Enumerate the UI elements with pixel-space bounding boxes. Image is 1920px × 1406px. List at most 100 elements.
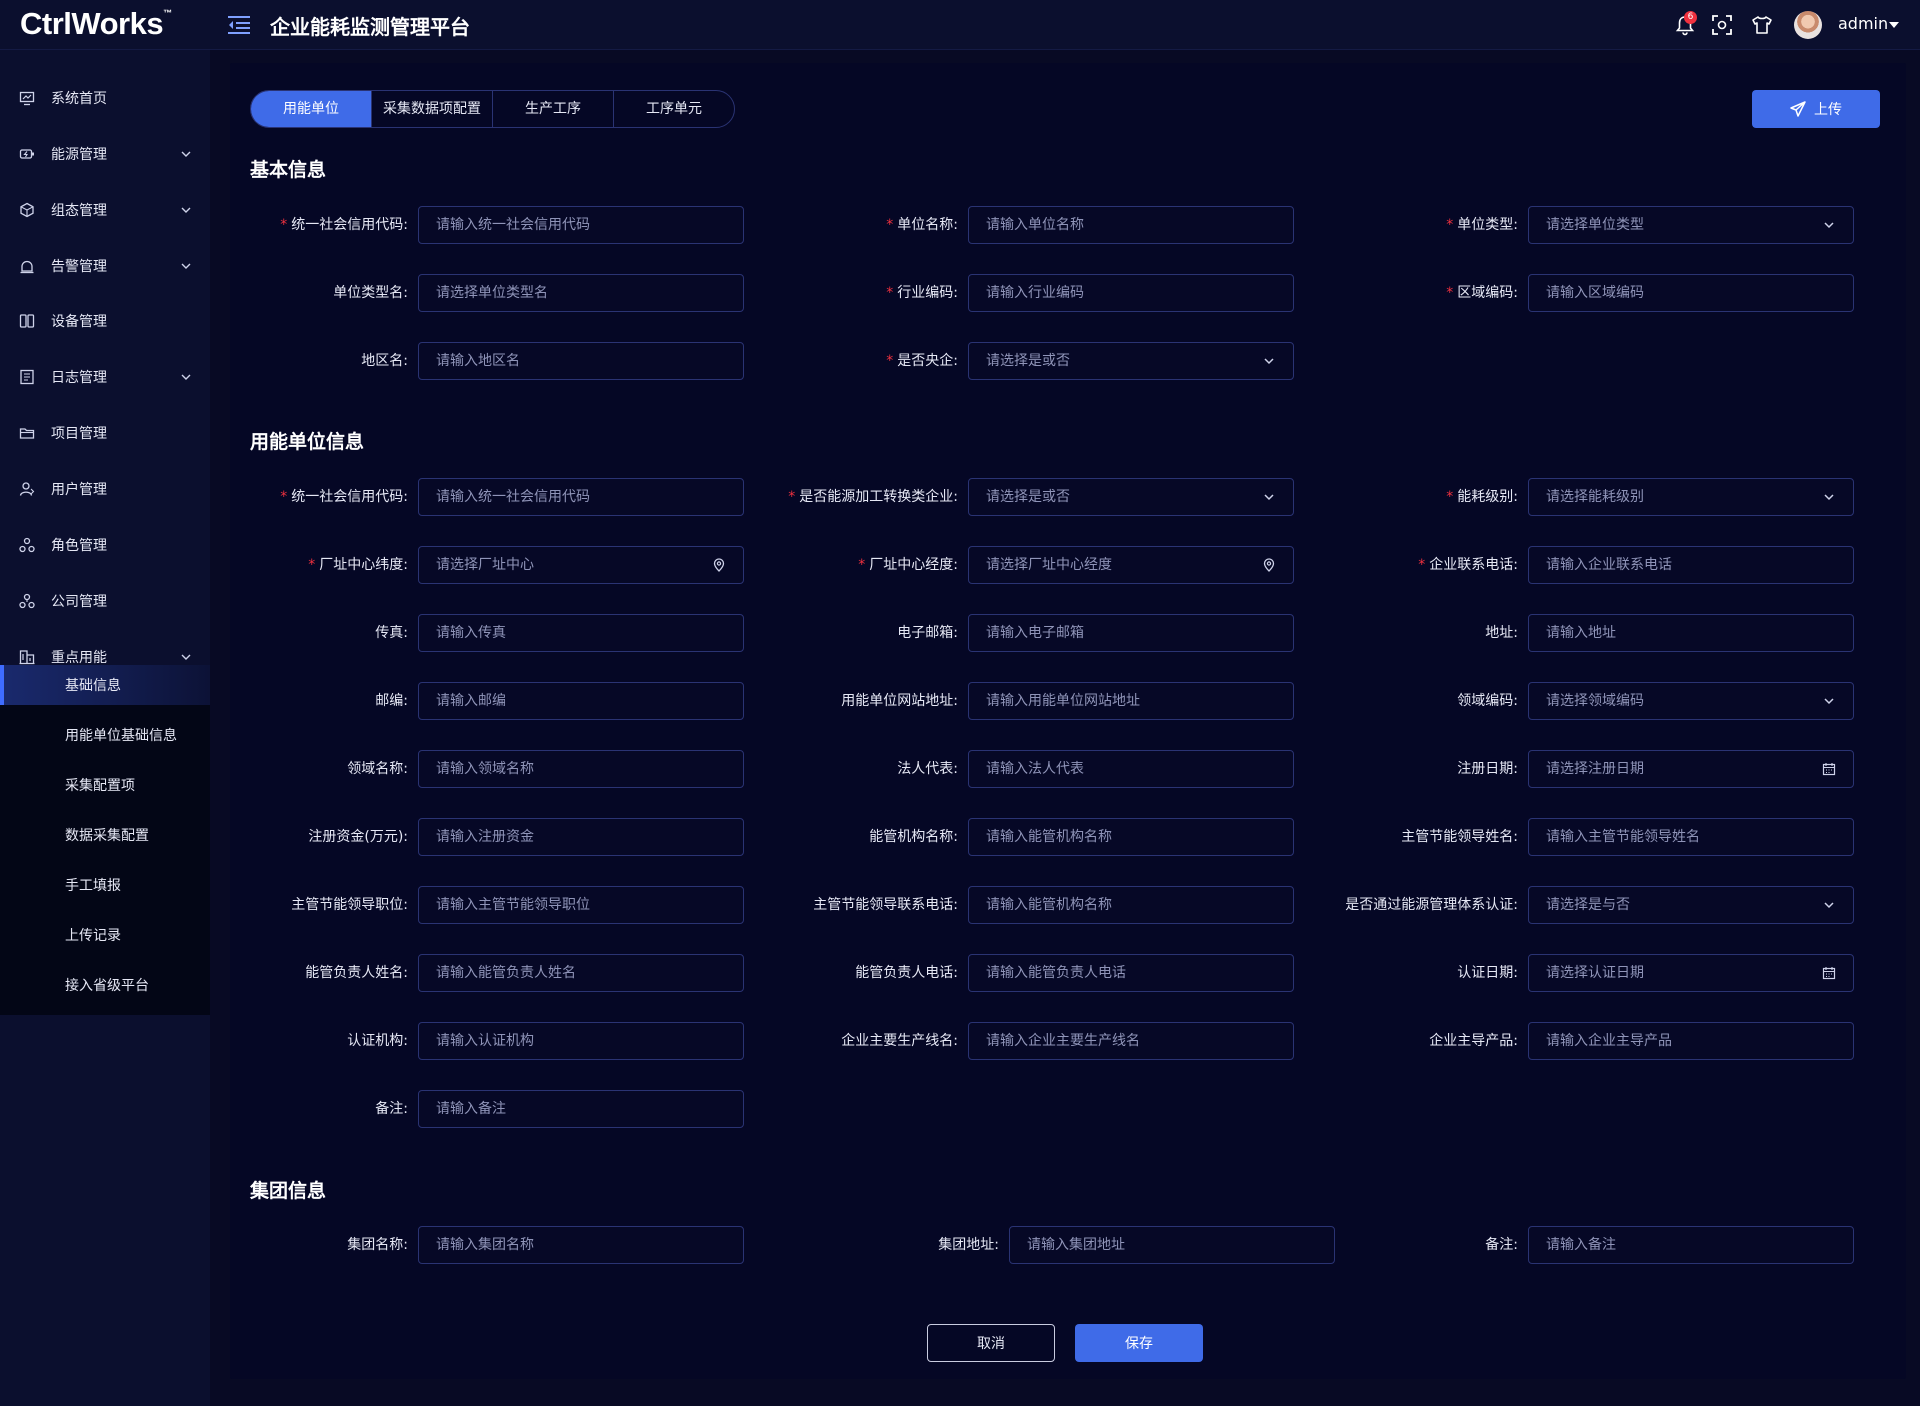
date-picker-field[interactable] bbox=[1529, 751, 1853, 787]
cancel-button[interactable]: 取消 bbox=[927, 1324, 1055, 1362]
input-field[interactable] bbox=[1529, 1023, 1853, 1059]
select-field[interactable] bbox=[1529, 479, 1853, 515]
input-field[interactable] bbox=[1529, 275, 1853, 311]
input[interactable] bbox=[1528, 1022, 1854, 1060]
sidebar-subitem-manual-entry[interactable]: 手工填报 bbox=[0, 865, 210, 905]
username[interactable]: admin bbox=[1838, 14, 1888, 33]
user-avatar[interactable] bbox=[1794, 11, 1822, 39]
input-field[interactable] bbox=[1529, 615, 1853, 651]
input-field[interactable] bbox=[969, 1023, 1293, 1059]
skin-icon[interactable] bbox=[1751, 14, 1773, 36]
input-field[interactable] bbox=[1010, 1227, 1334, 1263]
select-field[interactable] bbox=[1529, 207, 1853, 243]
tab-energy-unit[interactable]: 用能单位 bbox=[251, 91, 372, 127]
input-field[interactable] bbox=[419, 751, 743, 787]
input-field[interactable] bbox=[969, 683, 1293, 719]
input[interactable] bbox=[418, 1090, 744, 1128]
upload-button[interactable]: 上传 bbox=[1752, 90, 1880, 128]
input-field[interactable] bbox=[969, 751, 1293, 787]
input[interactable] bbox=[418, 682, 744, 720]
input-field[interactable] bbox=[419, 955, 743, 991]
sidebar-item-config[interactable]: 组态管理 bbox=[0, 190, 210, 230]
sidebar-item-home[interactable]: 系统首页 bbox=[0, 78, 210, 118]
input[interactable] bbox=[968, 274, 1294, 312]
date-picker[interactable] bbox=[1528, 954, 1854, 992]
input-field[interactable] bbox=[1529, 819, 1853, 855]
input[interactable] bbox=[1528, 614, 1854, 652]
input[interactable] bbox=[418, 886, 744, 924]
input[interactable] bbox=[968, 614, 1294, 652]
input[interactable] bbox=[418, 206, 744, 244]
select-field[interactable] bbox=[1529, 887, 1853, 923]
select[interactable] bbox=[1528, 682, 1854, 720]
sidebar-subitem-provincial-platform[interactable]: 接入省级平台 bbox=[0, 965, 210, 1005]
input-field[interactable] bbox=[419, 819, 743, 855]
input[interactable] bbox=[1009, 1226, 1335, 1264]
input[interactable] bbox=[418, 342, 744, 380]
input[interactable] bbox=[418, 274, 744, 312]
tab-collection-config[interactable]: 采集数据项配置 bbox=[372, 91, 493, 127]
input-field[interactable] bbox=[969, 275, 1293, 311]
input[interactable] bbox=[968, 954, 1294, 992]
input-field[interactable] bbox=[969, 955, 1293, 991]
select[interactable] bbox=[1528, 478, 1854, 516]
input-field[interactable] bbox=[419, 1091, 743, 1127]
location-picker[interactable] bbox=[418, 546, 744, 584]
sidebar-item-log[interactable]: 日志管理 bbox=[0, 357, 210, 397]
input[interactable] bbox=[1528, 1226, 1854, 1264]
select[interactable] bbox=[1528, 886, 1854, 924]
input[interactable] bbox=[1528, 546, 1854, 584]
location-picker[interactable] bbox=[968, 546, 1294, 584]
sidebar-item-project[interactable]: 项目管理 bbox=[0, 413, 210, 453]
select[interactable] bbox=[968, 342, 1294, 380]
input-field[interactable] bbox=[419, 615, 743, 651]
sidebar-subitem-unit-basic-info[interactable]: 用能单位基础信息 bbox=[0, 715, 210, 755]
input-field[interactable] bbox=[419, 479, 743, 515]
select[interactable] bbox=[968, 478, 1294, 516]
input-field[interactable] bbox=[1529, 547, 1853, 583]
input-field[interactable] bbox=[1529, 1227, 1853, 1263]
sidebar-subitem-data-collection[interactable]: 数据采集配置 bbox=[0, 815, 210, 855]
select-field[interactable] bbox=[1529, 683, 1853, 719]
input[interactable] bbox=[968, 886, 1294, 924]
input[interactable] bbox=[1528, 274, 1854, 312]
sidebar-subitem-basic-info[interactable]: 基础信息 bbox=[0, 665, 210, 705]
date-picker-field[interactable] bbox=[1529, 955, 1853, 991]
select[interactable] bbox=[1528, 206, 1854, 244]
sidebar-item-energy[interactable]: 能源管理 bbox=[0, 134, 210, 174]
input-field[interactable] bbox=[969, 207, 1293, 243]
save-button[interactable]: 保存 bbox=[1075, 1324, 1203, 1362]
tab-production-process[interactable]: 生产工序 bbox=[493, 91, 614, 127]
input[interactable] bbox=[418, 954, 744, 992]
fullscreen-icon[interactable] bbox=[1711, 14, 1733, 36]
input[interactable] bbox=[418, 1226, 744, 1264]
input[interactable] bbox=[968, 750, 1294, 788]
select-field[interactable] bbox=[969, 343, 1293, 379]
input-field[interactable] bbox=[419, 275, 743, 311]
input[interactable] bbox=[418, 750, 744, 788]
sidebar-item-role[interactable]: 角色管理 bbox=[0, 525, 210, 565]
sidebar-item-device[interactable]: 设备管理 bbox=[0, 301, 210, 341]
input[interactable] bbox=[968, 206, 1294, 244]
sidebar-subitem-collection-item[interactable]: 采集配置项 bbox=[0, 765, 210, 805]
input-field[interactable] bbox=[419, 343, 743, 379]
select-field[interactable] bbox=[969, 479, 1293, 515]
input-field[interactable] bbox=[419, 1023, 743, 1059]
location-picker-field[interactable] bbox=[969, 547, 1293, 583]
input[interactable] bbox=[968, 1022, 1294, 1060]
input[interactable] bbox=[968, 682, 1294, 720]
tab-process-unit[interactable]: 工序单元 bbox=[614, 91, 734, 127]
input-field[interactable] bbox=[419, 683, 743, 719]
sidebar-item-alarm[interactable]: 告警管理 bbox=[0, 246, 210, 286]
input-field[interactable] bbox=[969, 615, 1293, 651]
sidebar-item-company[interactable]: 公司管理 bbox=[0, 581, 210, 621]
sidebar-item-user[interactable]: 用户管理 bbox=[0, 469, 210, 509]
input-field[interactable] bbox=[419, 207, 743, 243]
date-picker[interactable] bbox=[1528, 750, 1854, 788]
input-field[interactable] bbox=[419, 887, 743, 923]
input[interactable] bbox=[418, 1022, 744, 1060]
menu-collapse-icon[interactable] bbox=[228, 15, 250, 35]
input[interactable] bbox=[418, 478, 744, 516]
input[interactable] bbox=[968, 818, 1294, 856]
input-field[interactable] bbox=[969, 887, 1293, 923]
